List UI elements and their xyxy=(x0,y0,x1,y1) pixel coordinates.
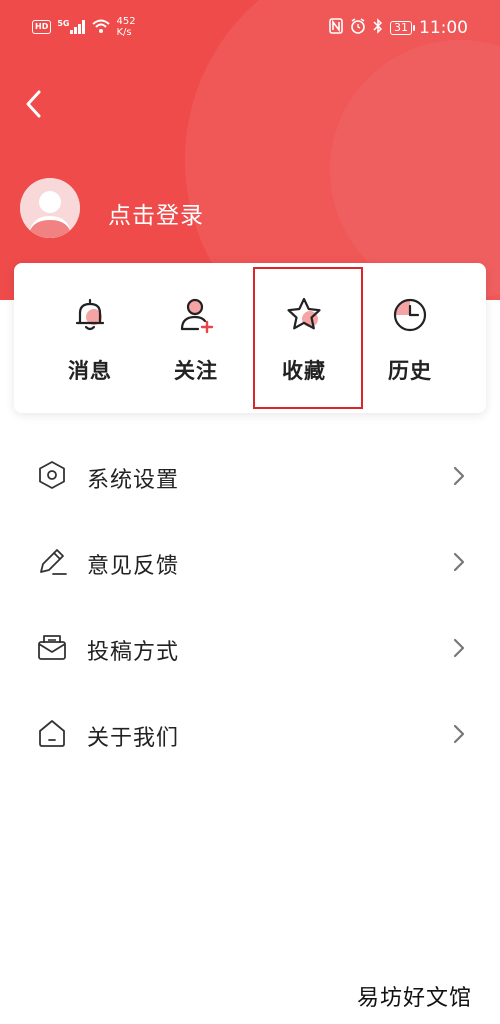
chevron-right-icon xyxy=(449,550,469,574)
watermark: 易坊好文馆 xyxy=(356,986,472,1011)
pencil-icon xyxy=(35,544,69,578)
favorites-highlight-frame xyxy=(253,267,363,409)
menu-item-label: 系统设置 xyxy=(87,468,180,493)
battery-icon: 31 xyxy=(390,21,415,35)
status-clock: 11:00 xyxy=(419,18,468,38)
signal-label: 5G xyxy=(57,19,70,28)
quick-action-following[interactable]: 关注 xyxy=(142,263,250,413)
chevron-right-icon xyxy=(449,636,469,660)
quick-action-label: 消息 xyxy=(68,359,112,383)
bluetooth-icon xyxy=(373,18,383,38)
settings-menu: 系统设置 意见反馈 投稿方式 关于我们 xyxy=(0,433,500,777)
status-bar: HD 5G 452 K/s 31 11:00 xyxy=(0,0,500,56)
profile-header: HD 5G 452 K/s 31 11:00 点击登录 xyxy=(0,0,500,300)
add-user-icon xyxy=(176,295,216,335)
signal-icon: 5G xyxy=(57,20,86,34)
clock-icon xyxy=(390,295,430,335)
home-icon xyxy=(35,716,69,750)
menu-item-system-settings[interactable]: 系统设置 xyxy=(0,433,500,519)
menu-item-label: 投稿方式 xyxy=(87,640,180,665)
menu-item-submission[interactable]: 投稿方式 xyxy=(0,605,500,691)
chevron-right-icon xyxy=(449,464,469,488)
avatar[interactable] xyxy=(20,178,80,238)
net-speed-value: 452 xyxy=(116,16,136,27)
menu-item-feedback[interactable]: 意见反馈 xyxy=(0,519,500,605)
quick-actions-card: 消息 关注 收藏 历史 xyxy=(14,263,486,413)
wifi-icon xyxy=(92,18,111,37)
back-button[interactable] xyxy=(16,88,52,124)
settings-hexagon-icon xyxy=(35,458,69,492)
bell-icon xyxy=(70,295,110,335)
chevron-right-icon xyxy=(449,722,469,746)
nfc-icon xyxy=(329,18,343,38)
network-speed: 452 K/s xyxy=(116,16,135,38)
quick-action-label: 历史 xyxy=(388,359,432,383)
menu-item-label: 意见反馈 xyxy=(87,554,180,579)
quick-action-label: 关注 xyxy=(174,359,218,383)
mail-icon xyxy=(35,630,69,664)
net-speed-unit: K/s xyxy=(116,27,132,38)
login-link[interactable]: 点击登录 xyxy=(108,196,204,230)
alarm-icon xyxy=(350,18,366,38)
menu-item-label: 关于我们 xyxy=(87,726,180,751)
quick-action-history[interactable]: 历史 xyxy=(356,263,464,413)
user-silhouette-icon xyxy=(20,178,80,238)
menu-item-about-us[interactable]: 关于我们 xyxy=(0,691,500,777)
chevron-left-icon xyxy=(24,89,44,123)
hd-badge: HD xyxy=(32,20,52,34)
quick-action-messages[interactable]: 消息 xyxy=(36,263,144,413)
